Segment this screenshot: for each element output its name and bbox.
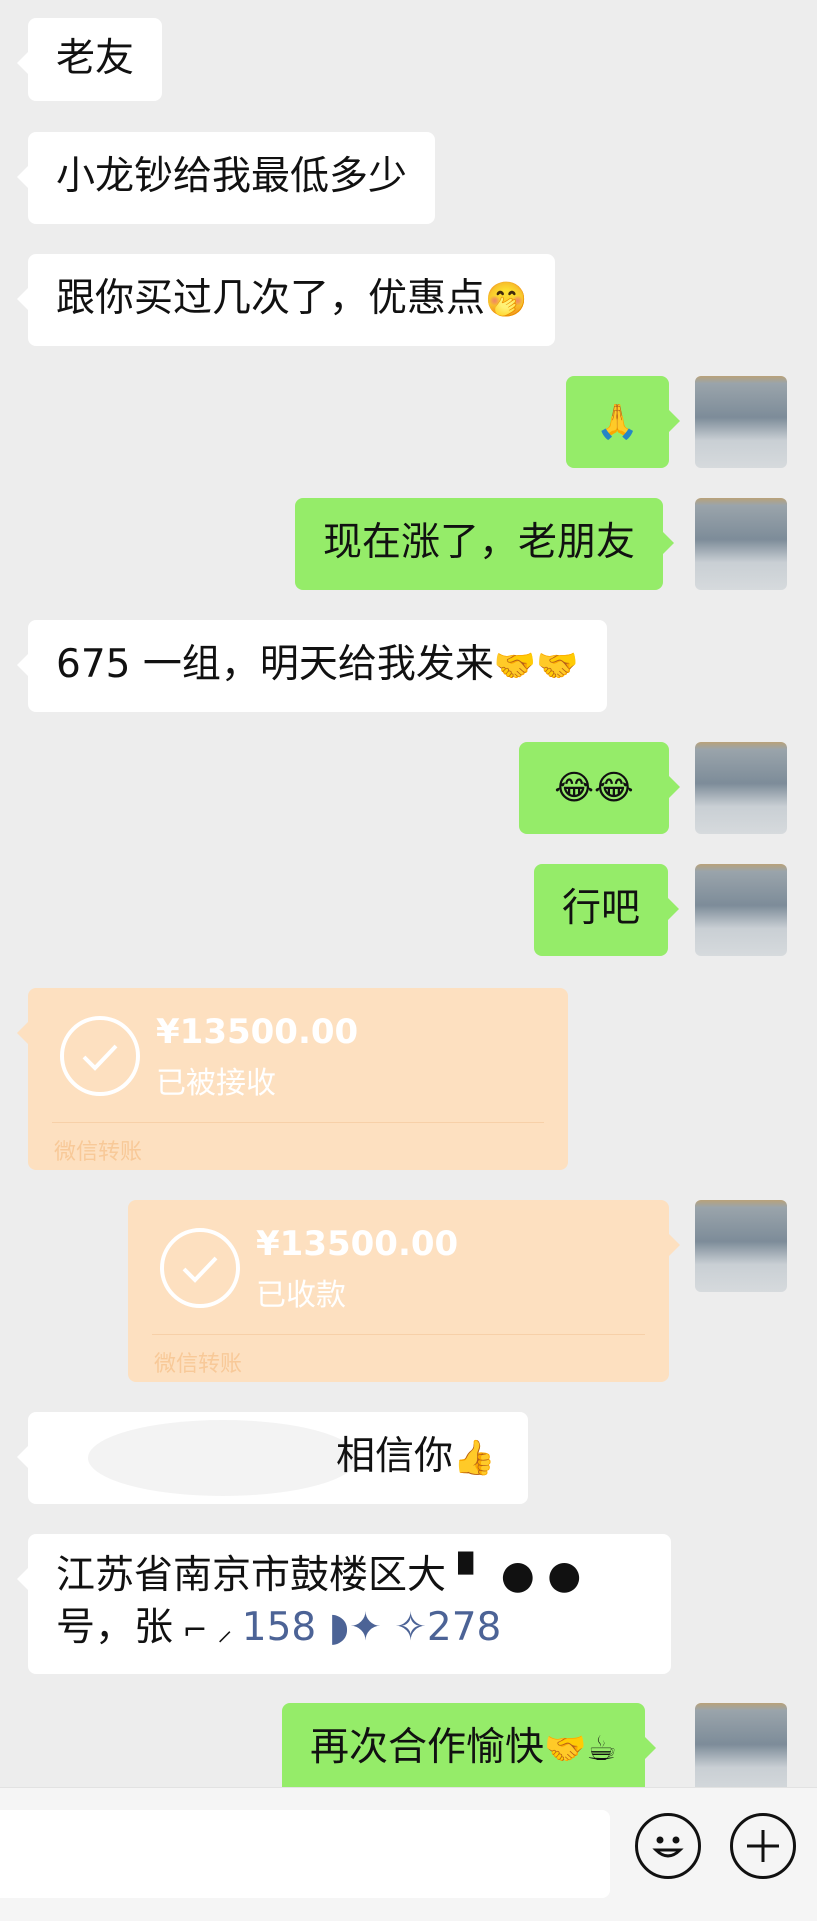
thumbs-up-emoji: 👍 (453, 1438, 496, 1478)
message-bubble-outgoing[interactable]: 🙏 (566, 376, 680, 468)
message-text: 再次合作愉快 (310, 1725, 545, 1770)
laugh-cry-emoji: 😂😂 (554, 768, 634, 808)
plus-button[interactable] (730, 1813, 796, 1879)
message-text: 小龙钞给我最低多少 (56, 154, 408, 199)
divider (52, 1122, 544, 1123)
pray-emoji: 🙏 (596, 402, 639, 442)
message-bubble-outgoing[interactable]: 现在涨了，老朋友 (295, 498, 675, 590)
redaction-marks: ▘ ● ● (446, 1553, 582, 1598)
transfer-card-outgoing[interactable]: ¥13500.00 已收款 微信转账 (128, 1200, 680, 1382)
transfer-amount: ¥13500.00 (156, 1012, 359, 1052)
message-bubble-incoming[interactable]: 675 一组，明天给我发来🤝🤝 (17, 620, 607, 712)
message-bubble-incoming[interactable]: 老友 (16, 18, 163, 101)
avatar[interactable] (695, 376, 787, 468)
message-input-bar (0, 1787, 817, 1921)
check-circle-icon (60, 1016, 140, 1096)
transfer-label: 微信转账 (154, 1352, 243, 1377)
avatar[interactable] (695, 742, 787, 834)
message-text: 行吧 (562, 886, 641, 931)
message-bubble-incoming[interactable]: 跟你买过几次了，优惠点🤭 (16, 254, 556, 346)
message-text: 675 一组，明天给我发来 (56, 642, 494, 687)
message-text: 相信你 (336, 1434, 454, 1479)
address-line-1: 江苏省南京市鼓楼区大 ▘ ● ● (56, 1553, 582, 1598)
check-circle-icon (160, 1228, 240, 1308)
transfer-label: 微信转账 (54, 1140, 143, 1165)
address-line-2: 号，张 ⌐ ⸝ 158 ◗✦ ✧278 (56, 1605, 502, 1650)
transfer-amount: ¥13500.00 (256, 1224, 459, 1264)
avatar[interactable] (695, 864, 787, 956)
message-bubble-incoming[interactable]: 江苏省南京市鼓楼区大 ▘ ● ● 号，张 ⌐ ⸝ 158 ◗✦ ✧278 (17, 1534, 671, 1674)
message-text: 老友 (56, 36, 135, 81)
smile-emoji: 🤭 (485, 280, 528, 320)
message-bubble-incoming[interactable]: 相信你👍 (17, 1412, 528, 1504)
message-bubble-incoming[interactable]: 小龙钞给我最低多少 (16, 132, 436, 224)
avatar[interactable] (695, 498, 787, 590)
emoji-button[interactable] (635, 1813, 701, 1879)
message-bubble-outgoing[interactable]: 😂😂 (519, 742, 680, 834)
chat-history[interactable]: 老友 小龙钞给我最低多少 跟你买过几次了，优惠点🤭 🙏 现在涨了，老朋友 675… (0, 0, 817, 1787)
smiley-icon (652, 1836, 684, 1858)
handshake-coffee-emoji: 🤝☕ (544, 1729, 617, 1769)
transfer-status: 已收款 (256, 1278, 346, 1313)
message-text: 现在涨了，老朋友 (323, 520, 636, 565)
redaction-marks: ◗✦ ✧ (316, 1605, 427, 1650)
redaction-marks: ⌐ ⸝ (173, 1613, 242, 1648)
message-text: 跟你买过几次了，优惠点 (56, 276, 486, 321)
transfer-card-incoming[interactable]: ¥13500.00 已被接收 微信转账 (17, 988, 568, 1170)
message-bubble-outgoing[interactable]: 再次合作愉快🤝☕ (282, 1703, 656, 1787)
phone-number[interactable]: 158 ◗✦ ✧278 (242, 1605, 502, 1650)
avatar[interactable] (695, 1703, 787, 1787)
avatar[interactable] (695, 1200, 787, 1292)
handshake-emoji: 🤝🤝 (493, 646, 579, 686)
divider (152, 1334, 645, 1335)
redaction-blob (88, 1420, 358, 1496)
message-input[interactable] (0, 1810, 610, 1898)
message-bubble-outgoing[interactable]: 行吧 (534, 864, 680, 956)
plus-icon (747, 1830, 779, 1862)
transfer-status: 已被接收 (156, 1066, 276, 1101)
